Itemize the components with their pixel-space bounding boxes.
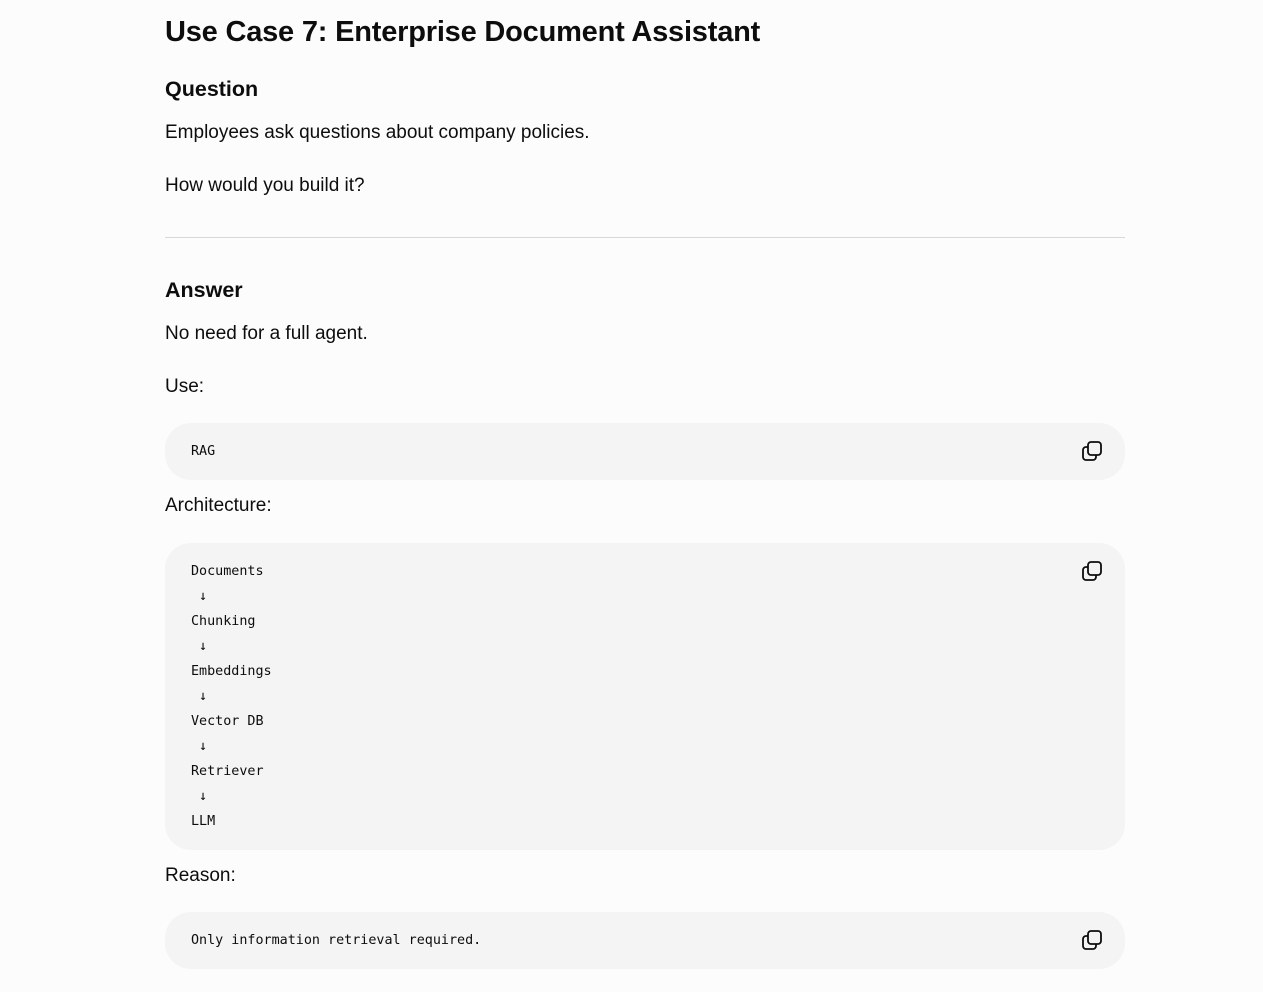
reason-label: Reason: — [165, 865, 236, 886]
use-label: Use: — [165, 376, 205, 397]
copy-icon — [1082, 441, 1102, 461]
copy-icon — [1082, 561, 1102, 581]
copy-code-button[interactable] — [1081, 560, 1103, 582]
answer-intro: No need for a full agent. — [165, 323, 368, 344]
architecture-code-block: Documents ↓ Chunking ↓ Embeddings ↓ Vector … — [165, 543, 1125, 850]
code-line: Only information retrieval required. — [191, 933, 482, 948]
copy-icon — [1082, 930, 1102, 950]
code-line: ↓ — [191, 739, 208, 754]
architecture-label: Architecture: — [165, 495, 272, 516]
code-line: ↓ — [191, 689, 208, 704]
code-line: Retriever — [191, 764, 264, 779]
reason-code-lines: Only information retrieval required. — [191, 928, 481, 953]
code-line: Documents — [191, 564, 264, 579]
code-line: Embeddings — [191, 664, 272, 679]
page-title: Use Case 7: Enterprise Document Assistan… — [165, 16, 761, 48]
architecture-code-lines: Documents ↓ Chunking ↓ Embeddings ↓ Vector … — [191, 559, 272, 834]
question-paragraph-2: How would you build it? — [165, 175, 365, 196]
copy-code-button[interactable] — [1081, 929, 1103, 951]
answer-heading: Answer — [165, 278, 243, 302]
code-line: Chunking — [191, 614, 256, 629]
code-line: ↓ — [191, 639, 208, 654]
reason-code-block: Only information retrieval required. — [165, 912, 1125, 969]
section-divider — [165, 237, 1125, 238]
code-line: ↓ — [191, 589, 208, 604]
code-line: Vector DB — [191, 714, 264, 729]
question-heading: Question — [165, 77, 259, 101]
code-line: LLM — [191, 814, 216, 829]
code-line: ↓ — [191, 789, 208, 804]
use-code-lines: RAG — [191, 439, 215, 464]
use-code-block: RAG — [165, 423, 1125, 480]
code-line: RAG — [191, 444, 216, 459]
question-paragraph-1: Employees ask questions about company po… — [165, 122, 590, 143]
copy-code-button[interactable] — [1081, 440, 1103, 462]
